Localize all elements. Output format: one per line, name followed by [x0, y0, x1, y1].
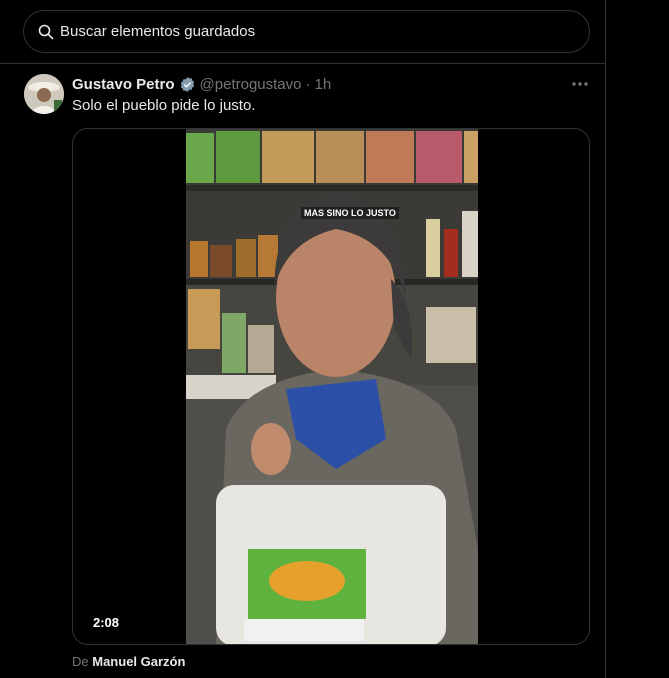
more-icon[interactable]	[570, 75, 590, 93]
saved-items-column: Buscar elementos guardados Gustavo Petro…	[0, 0, 606, 678]
right-rail	[607, 0, 669, 678]
video-caption-overlay: MAS SINO LO JUSTO	[301, 207, 399, 219]
search-bar[interactable]: Buscar elementos guardados	[23, 10, 590, 53]
author-handle[interactable]: @petrogustavo	[200, 76, 302, 93]
video-duration: 2:08	[87, 612, 126, 633]
search-input[interactable]: Buscar elementos guardados	[60, 23, 255, 40]
media-attribution: De Manuel Garzón	[72, 654, 185, 669]
attribution-author-link[interactable]: Manuel Garzón	[92, 654, 185, 669]
tweet-text: Solo el pueblo pide lo justo.	[72, 97, 256, 114]
attribution-prefix: De	[72, 654, 89, 669]
search-icon	[38, 24, 54, 40]
divider	[0, 63, 606, 64]
tweet-header: Gustavo Petro @petrogustavo · 1h	[72, 74, 331, 94]
tweet-timestamp[interactable]: 1h	[314, 76, 331, 93]
verified-badge-icon	[179, 76, 196, 93]
separator-dot: ·	[305, 75, 311, 93]
video-player[interactable]: MAS SINO LO JUSTO 2:08	[72, 128, 590, 645]
author-name[interactable]: Gustavo Petro	[72, 76, 175, 93]
avatar[interactable]	[24, 74, 64, 114]
